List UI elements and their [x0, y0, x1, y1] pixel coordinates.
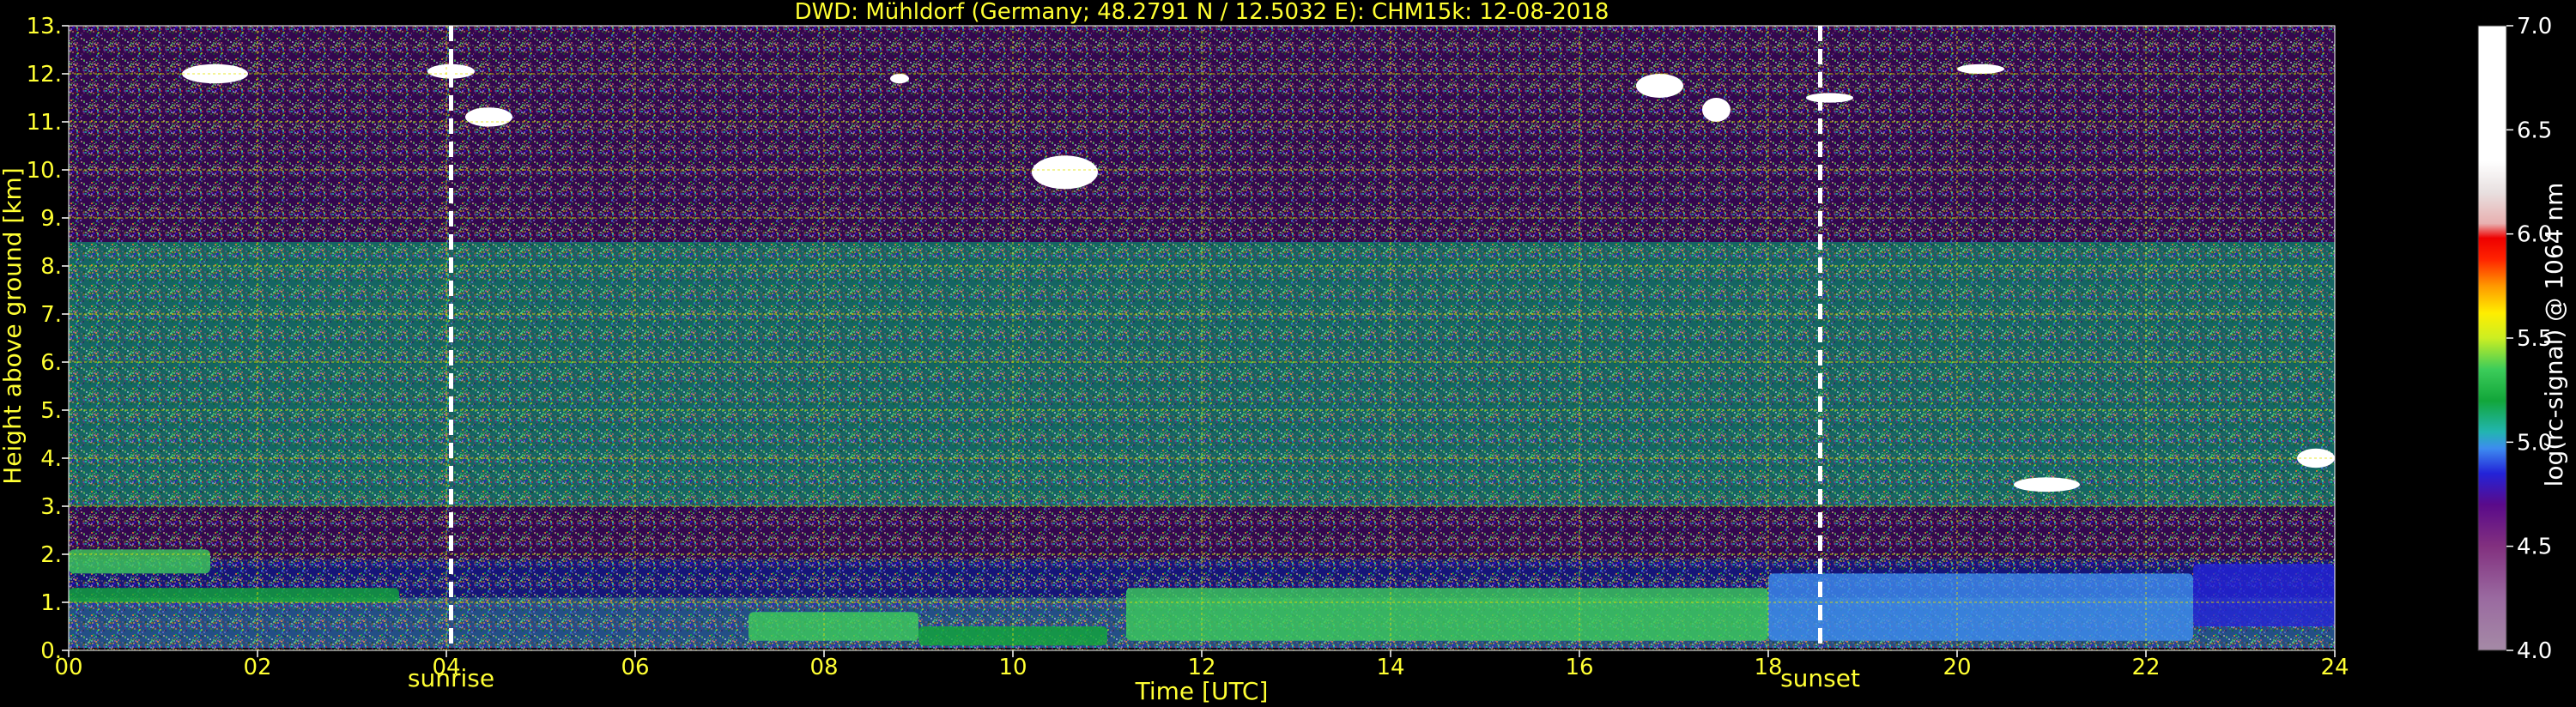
colorbar-label: log(rc-signal) @ 1064 nm [2540, 183, 2568, 487]
y-tick-label: 0. [40, 638, 62, 664]
aerosol-feature [1126, 588, 1768, 641]
x-tick-label: 18 [1754, 655, 1782, 680]
x-tick-label: 16 [1565, 655, 1593, 680]
y-tick-label: 9. [40, 206, 62, 232]
x-tick-label: 02 [243, 655, 271, 680]
chart-svg: sunrise sunset 00 02 04 06 08 10 12 14 16 18 20 22 24… [0, 0, 2576, 707]
y-axis-label: Height above ground [km] [0, 167, 27, 485]
cloud-signal [1806, 93, 1853, 103]
chart-title: DWD: Mühldorf (Germany; 48.2791 N / 12.5… [795, 0, 1609, 25]
x-tick-label: 14 [1376, 655, 1404, 680]
marker-label-sunset: sunset [1780, 664, 1860, 692]
y-tick-label: 3. [40, 494, 62, 520]
aerosol-feature [69, 588, 399, 602]
colorbar-gradient [2477, 25, 2507, 651]
colorbar-tick-label: 6.5 [2517, 118, 2552, 143]
y-tick-label: 11. [27, 110, 62, 136]
y-tick-label: 7. [40, 302, 62, 328]
cloud-signal [1702, 98, 1730, 122]
x-tick-label: 10 [998, 655, 1027, 680]
y-tick-label: 2. [40, 542, 62, 568]
y-tick-label: 6. [40, 350, 62, 376]
colorbar-tick-label: 4.5 [2517, 535, 2552, 560]
x-axis-label: Time [UTC] [1135, 677, 1269, 705]
cloud-signal [465, 107, 512, 127]
colorbar-tick-label: 7.0 [2517, 14, 2552, 39]
aerosol-feature [749, 612, 918, 641]
y-tick-label: 12. [27, 62, 62, 88]
x-tick-label: 22 [2131, 655, 2160, 680]
ceilometer-plot: sunrise sunset 00 02 04 06 08 10 12 14 16 18 20 22 24… [0, 0, 2576, 707]
aerosol-feature [2193, 564, 2335, 626]
x-tick-label: 08 [809, 655, 838, 680]
aerosol-feature [1768, 573, 2193, 641]
x-tick-label: 04 [432, 655, 460, 680]
y-tick-label: 13. [27, 14, 62, 39]
cloud-signal [2014, 477, 2080, 492]
cloud-signal [1032, 155, 1098, 190]
y-tick-label: 8. [40, 254, 62, 280]
x-tick-label: 20 [1943, 655, 1971, 680]
cloud-signal [1636, 74, 1683, 98]
y-tick-label: 5. [40, 398, 62, 424]
colorbar-tick-label: 4.0 [2517, 638, 2552, 664]
aerosol-feature [69, 549, 210, 574]
cloud-signal [890, 74, 909, 84]
cloud-signal [1957, 63, 2004, 74]
y-tick-label: 4. [40, 446, 62, 472]
x-tick-label: 24 [2320, 655, 2349, 680]
y-tick-label: 1. [40, 590, 62, 616]
x-tick-label: 06 [621, 655, 649, 680]
y-tick-label: 10. [27, 158, 62, 184]
